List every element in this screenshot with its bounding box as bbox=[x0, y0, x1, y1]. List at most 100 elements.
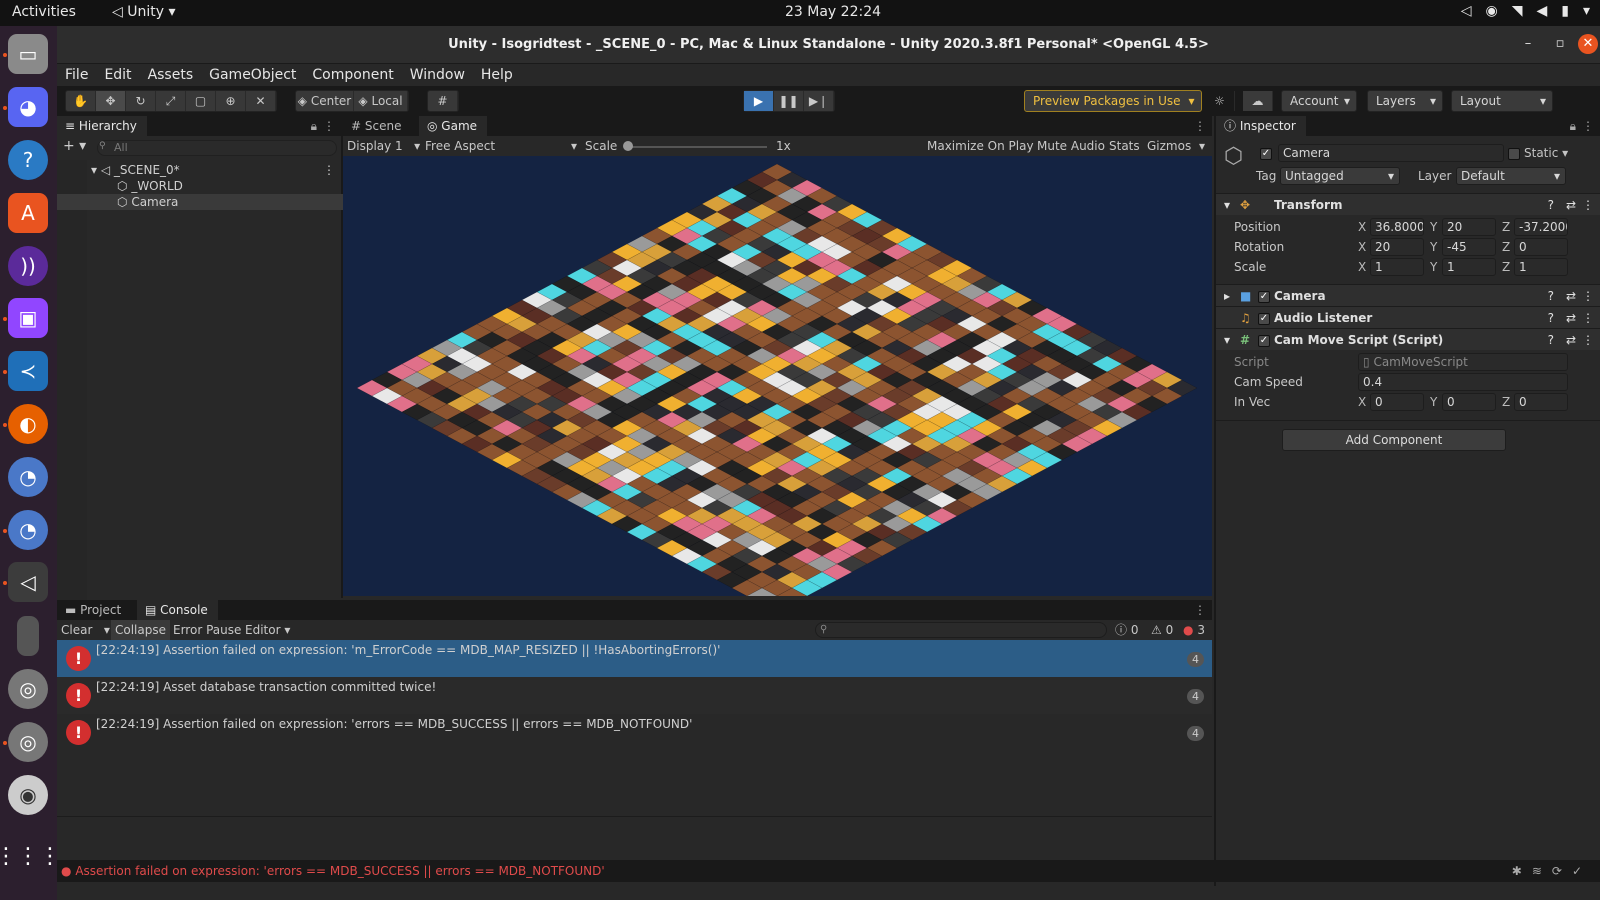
scene-row[interactable]: ▾ ◁ _SCENE_0* ⋮ bbox=[57, 162, 343, 178]
scale-y-field[interactable]: 1 bbox=[1442, 258, 1496, 276]
wifi-icon[interactable]: ◥ bbox=[1512, 3, 1523, 19]
static-dropdown[interactable]: Static ▾ bbox=[1524, 146, 1568, 160]
tab-inspector[interactable]: ⓘ Inspector bbox=[1216, 116, 1306, 136]
menu-file[interactable]: File bbox=[65, 64, 88, 86]
disk-icon[interactable]: ◎ bbox=[8, 669, 48, 709]
info-filter-toggle[interactable]: ⓘ 0 bbox=[1111, 620, 1142, 640]
display-dropdown[interactable]: Display 1 ▾ bbox=[347, 139, 420, 153]
tab-console[interactable]: ▤ Console bbox=[137, 600, 218, 620]
power-menu-icon[interactable]: ▾ bbox=[1583, 3, 1590, 19]
active-checkbox[interactable]: ✓ bbox=[1260, 146, 1272, 160]
tag-dropdown[interactable]: Untagged bbox=[1280, 167, 1400, 185]
stats-toggle[interactable]: Stats bbox=[1109, 139, 1140, 153]
preset-icon[interactable]: ⇄ bbox=[1566, 285, 1576, 307]
step-button[interactable]: ▶❘ bbox=[804, 91, 834, 111]
disk-icon-2[interactable]: ◎ bbox=[8, 722, 48, 762]
preset-icon[interactable]: ⇄ bbox=[1566, 194, 1576, 216]
kebab-menu-icon[interactable]: ⋮ bbox=[1582, 285, 1594, 307]
tab-project[interactable]: ▬ Project bbox=[57, 600, 131, 620]
console-log-entry[interactable]: ! [22:24:19] Asset database transaction … bbox=[57, 677, 1212, 714]
tab-hierarchy[interactable]: ≡ Hierarchy bbox=[57, 116, 147, 136]
volume-icon[interactable]: ◀ bbox=[1536, 3, 1547, 19]
transform-tool-icon[interactable]: ⊕ bbox=[216, 91, 246, 111]
transform-header[interactable]: ▾ ✥ Transform ? ⇄ ⋮ bbox=[1216, 193, 1600, 215]
console-log-entry[interactable]: ! [22:24:19] Assertion failed on express… bbox=[57, 640, 1212, 677]
console-search-input[interactable]: ⚲ bbox=[815, 622, 1107, 638]
files-icon[interactable]: ▭ bbox=[8, 34, 48, 74]
activities-button[interactable]: Activities bbox=[12, 4, 76, 20]
menu-help[interactable]: Help bbox=[481, 64, 513, 86]
static-checkbox[interactable] bbox=[1508, 146, 1520, 160]
rotation-z-field[interactable]: 0 bbox=[1514, 238, 1568, 256]
maximize-icon[interactable]: ▫ bbox=[1550, 34, 1570, 54]
discord-tray-icon[interactable]: ◉ bbox=[1485, 3, 1497, 19]
sync-icon[interactable]: ⟳ bbox=[1552, 864, 1572, 878]
rotation-y-field[interactable]: -45 bbox=[1442, 238, 1496, 256]
twitch-icon[interactable]: ▣ bbox=[8, 298, 48, 338]
help-icon[interactable]: ? bbox=[1548, 329, 1554, 351]
software-icon[interactable]: A bbox=[8, 193, 48, 233]
aspect-dropdown[interactable]: Free Aspect ▾ bbox=[425, 139, 577, 153]
help-icon[interactable]: ? bbox=[1548, 285, 1554, 307]
layers-icon[interactable]: ≋ bbox=[1532, 864, 1552, 878]
position-z-field[interactable]: -37.2000 bbox=[1514, 218, 1568, 236]
play-button[interactable]: ▶ bbox=[744, 91, 774, 111]
hand-tool-icon[interactable]: ✋ bbox=[66, 91, 96, 111]
foldout-icon[interactable]: ▸ bbox=[1224, 285, 1230, 307]
menu-window[interactable]: Window bbox=[410, 64, 465, 86]
firefox-icon[interactable]: ◐ bbox=[8, 404, 48, 444]
error-pause-toggle[interactable]: Error Pause bbox=[169, 620, 245, 640]
preset-icon[interactable]: ⇄ bbox=[1566, 307, 1576, 329]
rect-tool-icon[interactable]: ▢ bbox=[186, 91, 216, 111]
podcast-icon[interactable]: )) bbox=[8, 246, 48, 286]
status-bar[interactable]: ● Assertion failed on expression: 'error… bbox=[57, 860, 1600, 882]
tab-game[interactable]: ◎ Game bbox=[419, 116, 488, 136]
layer-dropdown[interactable]: Default bbox=[1456, 167, 1566, 185]
layout-dropdown[interactable]: Layout bbox=[1451, 90, 1553, 112]
clear-button[interactable]: Clear ▾ bbox=[57, 620, 114, 640]
audio-enabled-checkbox[interactable]: ✓ bbox=[1258, 307, 1270, 329]
audio-listener-header[interactable]: ♫ ✓ Audio Listener ? ⇄ ⋮ bbox=[1216, 306, 1600, 328]
editor-dropdown[interactable]: Editor ▾ bbox=[241, 620, 294, 640]
kebab-menu-icon[interactable]: ⋮ bbox=[1582, 307, 1594, 329]
title-bar[interactable]: Unity - Isogridtest - _SCENE_0 - PC, Mac… bbox=[57, 26, 1600, 64]
preset-icon[interactable]: ⇄ bbox=[1566, 329, 1576, 351]
game-viewport[interactable] bbox=[343, 156, 1212, 596]
scale-tool-icon[interactable]: ⤢ bbox=[156, 91, 186, 111]
collapse-toggle[interactable]: Collapse bbox=[111, 620, 170, 640]
in-vec-z-field[interactable]: 0 bbox=[1514, 393, 1568, 411]
rotate-tool-icon[interactable]: ↻ bbox=[126, 91, 156, 111]
script-component-header[interactable]: ▾ # ✓ Cam Move Script (Script) ? ⇄ ⋮ bbox=[1216, 328, 1600, 350]
tablet-icon[interactable] bbox=[17, 616, 39, 656]
account-dropdown[interactable]: Account bbox=[1281, 90, 1357, 112]
lock-icon[interactable]: 🔒︎ bbox=[1570, 119, 1576, 134]
bug-icon[interactable]: ✱ bbox=[1512, 864, 1532, 878]
hierarchy-search-input[interactable]: All bbox=[97, 140, 337, 156]
lock-icon[interactable]: 🔒︎ bbox=[311, 119, 317, 134]
mute-audio-toggle[interactable]: Mute Audio bbox=[1037, 139, 1105, 153]
scale-z-field[interactable]: 1 bbox=[1514, 258, 1568, 276]
scale-x-field[interactable]: 1 bbox=[1370, 258, 1424, 276]
menu-component[interactable]: Component bbox=[312, 64, 393, 86]
menu-assets[interactable]: Assets bbox=[148, 64, 194, 86]
settings-icon[interactable]: ☼ bbox=[1205, 91, 1235, 111]
add-component-button[interactable]: Add Component bbox=[1282, 429, 1506, 451]
unity-tray-icon[interactable]: ◁ bbox=[1461, 3, 1472, 19]
clock[interactable]: 23 May 22:24 bbox=[785, 4, 881, 20]
gizmos-dropdown-icon[interactable]: ▾ bbox=[1199, 139, 1205, 153]
pause-button[interactable]: ❚❚ bbox=[774, 91, 804, 111]
layers-dropdown[interactable]: Layers bbox=[1367, 90, 1443, 112]
check-icon[interactable]: ✓ bbox=[1572, 864, 1592, 878]
menu-edit[interactable]: Edit bbox=[104, 64, 131, 86]
move-tool-icon[interactable]: ✥ bbox=[96, 91, 126, 111]
camera-component-header[interactable]: ▸ ■ ✓ Camera ? ⇄ ⋮ bbox=[1216, 284, 1600, 306]
warning-filter-toggle[interactable]: ⚠ 0 bbox=[1147, 620, 1177, 640]
hierarchy-item[interactable]: ⬡ _WORLD bbox=[57, 178, 343, 194]
object-name-field[interactable]: Camera bbox=[1278, 144, 1504, 162]
help-icon[interactable]: ? bbox=[1548, 307, 1554, 329]
gizmos-toggle[interactable]: Gizmos bbox=[1147, 139, 1191, 153]
error-filter-toggle[interactable]: ● 3 bbox=[1179, 620, 1209, 640]
kebab-menu-icon[interactable]: ⋮ bbox=[1582, 119, 1594, 133]
discord-icon[interactable]: ◕ bbox=[8, 87, 48, 127]
pivot-center-button[interactable]: ◈ Center bbox=[296, 91, 354, 111]
